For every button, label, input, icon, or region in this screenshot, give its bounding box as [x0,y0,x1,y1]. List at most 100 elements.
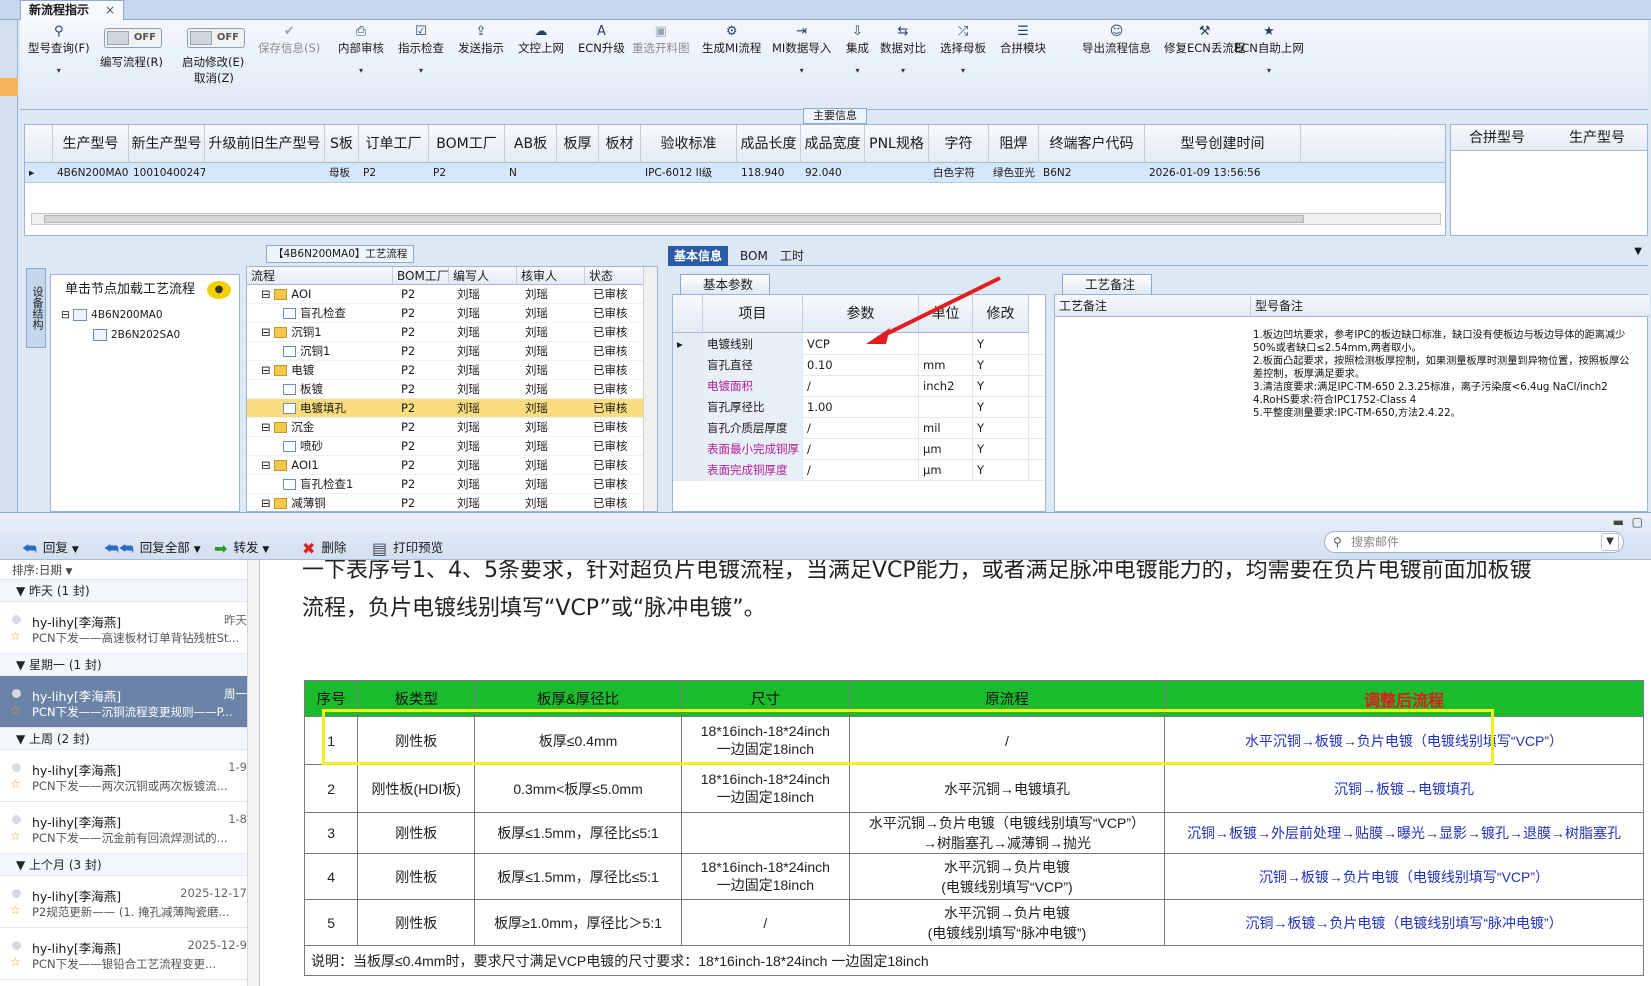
param-value[interactable]: 0.10 [803,354,919,376]
flow-row[interactable]: 盲孔检查 P2 刘瑶 刘瑶 已审核 [247,304,657,323]
chevron-down-icon[interactable]: ▾ [1234,66,1304,75]
toolbar-button-4[interactable]: ☑ 指示检查 ▾ [398,24,444,75]
mail-list-item[interactable]: ☆ hy-lihy[李海燕] 2025-12-9 PCN下发——银铅合工艺流程变更..… [0,928,259,980]
param-value[interactable]: 1.00 [803,396,919,418]
toolbar-button-11[interactable]: ⇩ 集成 ▾ [846,24,869,75]
sort-dropdown[interactable]: 排序:日期 ▼ [0,560,259,580]
param-value[interactable]: / [803,375,919,397]
close-icon[interactable]: × [105,3,115,17]
column-header[interactable]: 编写人 [449,267,517,285]
star-icon[interactable]: ☆ [10,777,21,791]
param-row[interactable]: 表面最小完成铜厚 / μm Y [673,438,1045,460]
cancel-label[interactable]: 取消(Z) [194,70,234,86]
horizontal-scrollbar[interactable] [31,213,1441,225]
column-header[interactable]: AB板 [505,125,557,163]
chevron-down-icon[interactable]: ▾ [940,66,986,75]
column-header[interactable]: 流程 [247,267,393,285]
flow-row[interactable]: 沉铜1 P2 刘瑶 刘瑶 已审核 [247,342,657,361]
star-icon[interactable]: ☆ [10,829,21,843]
chevron-down-icon[interactable]: ▼ [1634,246,1642,257]
column-header[interactable]: 成品长度 [737,125,801,163]
column-header[interactable]: 板材 [599,125,641,163]
mail-group-header[interactable]: ▼ 上个月 (3 封) [0,854,259,876]
print-preview-button[interactable]: ▤ 打印预览 [372,537,443,558]
mail-list-item[interactable]: ☆ hy-lihy[李海燕] 周一 PCN下发——沉铜流程变更规则——P... [0,676,259,728]
start-modify-toggle[interactable]: OFF [187,28,245,48]
column-header[interactable]: BOM工厂 [393,267,449,285]
column-header[interactable]: 阻焊 [989,125,1039,163]
column-header[interactable]: 新生产型号 [129,125,205,163]
mail-list-item[interactable]: ☆ hy-lihy[李海燕] 2025-12-17 P2规范更新—— (1. 掩孔减薄… [0,876,259,928]
column-header[interactable]: 字符 [929,125,989,163]
column-header[interactable]: 项目 [703,295,803,333]
column-header[interactable]: BOM工厂 [429,125,505,163]
vertical-scrollbar[interactable] [247,560,259,986]
star-icon[interactable]: ☆ [10,703,21,717]
collapse-icon[interactable]: ▼ [16,732,29,746]
chevron-down-icon[interactable]: ▼ [66,567,73,577]
param-row[interactable]: 电镀面积 / inch2 Y [673,375,1045,397]
toolbar-button-9[interactable]: ⚙ 生成MI流程 [702,24,761,56]
tab-process-notes[interactable]: 工艺备注 [1062,274,1153,294]
tree-node-child[interactable]: 2B6N202SA0 [93,329,180,341]
param-value[interactable]: / [803,459,919,481]
param-value[interactable]: / [803,417,919,439]
column-header[interactable]: S板 [325,125,359,163]
toolbar-button-15[interactable]: ☺ 导出流程信息 [1082,24,1151,56]
tab-basic-info[interactable]: 基本信息 [668,246,729,266]
flow-row[interactable]: 板镀 P2 刘瑶 刘瑶 已审核 [247,380,657,399]
flow-row[interactable]: 喷砂 P2 刘瑶 刘瑶 已审核 [247,437,657,456]
delete-button[interactable]: ✖ 删除 [302,537,346,558]
mail-list-item[interactable]: ☆ hy-lihy[李海燕] 1-8 PCN下发——沉金前有回流焊测试的... [0,802,259,854]
flow-row[interactable]: 电镀填孔 P2 刘瑶 刘瑶 已审核 [247,399,657,418]
toolbar-button-10[interactable]: ⇥ MI数据导入 ▾ [772,24,831,75]
collapse-icon[interactable]: ▼ [16,858,29,872]
toolbar-button-7[interactable]: A ECN升级 [578,24,625,56]
reply-all-button[interactable]: ⮪⮪ 回复全部 ▼ [104,537,201,559]
expand-icon[interactable]: ⊟ [261,458,274,472]
mail-search-input[interactable]: ⚲ 搜索邮件 ▼ [1324,531,1624,553]
collapse-icon[interactable]: ▼ [16,584,29,598]
star-icon[interactable]: ☆ [10,955,21,969]
star-icon[interactable]: ☆ [10,629,21,643]
chevron-down-icon[interactable]: ▾ [880,66,926,75]
toolbar-button-3[interactable]: ⎙ 内部审核 ▾ [338,24,384,75]
chevron-down-icon[interactable]: ▾ [772,66,831,75]
reply-button[interactable]: ⮪ 回复 ▼ [22,537,79,559]
toolbar-button-13[interactable]: ⤮ 选择母板 ▾ [940,24,986,75]
star-icon[interactable]: ☆ [10,903,21,917]
chevron-down-icon[interactable]: ▾ [338,66,384,75]
scrollbar-thumb[interactable] [44,215,1304,223]
toolbar-button-6[interactable]: ☁ 文控上网 [518,24,564,56]
minimize-icon[interactable]: ▬ [1613,515,1624,529]
param-value[interactable]: / [803,438,919,460]
param-row[interactable]: 盲孔直径 0.10 mm Y [673,354,1045,376]
expand-icon[interactable]: ⊟ [261,325,274,339]
expand-icon[interactable]: ⊟ [61,309,70,321]
toolbar-button-8[interactable]: ▣ 重选开料图 [632,24,690,56]
flow-row[interactable]: ⊟ 沉铜1 P2 刘瑶 刘瑶 已审核 [247,323,657,342]
expand-icon[interactable]: ⊟ [261,420,274,434]
toolbar-button-2[interactable]: ✔ 保存信息(S) [258,24,320,56]
mail-group-header[interactable]: ▼ 上周 (2 封) [0,728,259,750]
param-row[interactable]: 盲孔介质层厚度 / mil Y [673,417,1045,439]
forward-button[interactable]: ➡ 转发 ▼ [214,537,269,558]
flow-row[interactable]: ⊟ AOI P2 刘瑶 刘瑶 已审核 [247,285,657,304]
chevron-down-icon[interactable]: ▼ [1601,533,1619,551]
column-header[interactable]: 终端客户代码 [1039,125,1145,163]
toolbar-button-12[interactable]: ⇆ 数据对比 ▾ [880,24,926,75]
tree-node-root[interactable]: ⊟ 4B6N200MA0 [61,309,163,321]
flow-row[interactable]: ⊟ 沉金 P2 刘瑶 刘瑶 已审核 [247,418,657,437]
expand-icon[interactable]: ⊟ [261,496,274,510]
tab-basic-params[interactable]: 基本参数 [680,274,771,294]
tab-bom[interactable]: BOM [734,246,774,266]
toolbar-button-17[interactable]: ★ ECN自助上网 ▾ [1234,24,1304,75]
vertical-scrollbar[interactable] [643,267,657,511]
mail-list-item[interactable]: ☆ hy-lihy[李海燕] 昨天 PCN下发——高速板材订单背钻残桩St... [0,602,259,654]
chevron-down-icon[interactable]: ▼ [262,545,269,555]
flow-row[interactable]: ⊟ AOI1 P2 刘瑶 刘瑶 已审核 [247,456,657,475]
column-header[interactable]: 型号创建时间 [1145,125,1301,163]
flow-row[interactable]: ⊟ 减薄铜 P2 刘瑶 刘瑶 已审核 [247,494,657,511]
mail-group-header[interactable]: ▼ 昨天 (1 封) [0,580,259,602]
expand-icon[interactable]: ⊟ [261,287,274,301]
